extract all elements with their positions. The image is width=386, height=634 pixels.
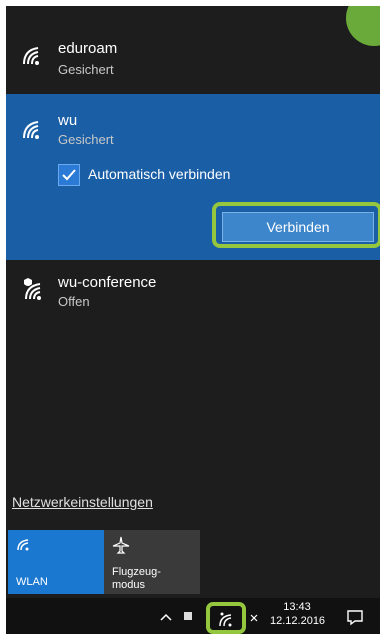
airplane-tile-label-line1: Flugzeug- bbox=[112, 566, 161, 578]
network-status: Gesichert bbox=[58, 62, 114, 77]
network-settings-link[interactable]: Netzwerkeinstellungen bbox=[12, 494, 153, 510]
auto-connect-label: Automatisch verbinden bbox=[88, 166, 231, 182]
network-item-eduroam[interactable]: eduroam Gesichert bbox=[6, 28, 380, 92]
clock-time: 13:43 bbox=[283, 601, 311, 613]
taskbar: 13:43 12.12.2016 bbox=[6, 598, 380, 634]
airplane-tile-label: Flugzeug- modus bbox=[112, 566, 161, 592]
network-ssid: wu bbox=[58, 112, 78, 129]
open-wifi-shield-icon bbox=[24, 278, 41, 300]
connect-button[interactable]: Verbinden bbox=[222, 212, 374, 242]
network-status: Gesichert bbox=[58, 132, 114, 147]
airplane-icon bbox=[112, 536, 130, 554]
network-ssid: wu-conference bbox=[58, 274, 157, 291]
airplane-tile-label-line2: modus bbox=[112, 579, 146, 591]
clock-date: 12.12.2016 bbox=[270, 615, 326, 627]
connect-highlight: Verbinden bbox=[212, 202, 380, 248]
volume-muted-icon[interactable] bbox=[250, 614, 258, 622]
wifi-icon bbox=[23, 47, 39, 65]
network-flyout: eduroam Gesichert wu Gesichert Automatis… bbox=[6, 6, 380, 634]
network-status: Offen bbox=[58, 294, 90, 309]
wifi-icon bbox=[23, 121, 39, 139]
airplane-mode-tile[interactable]: Flugzeug- modus bbox=[104, 530, 200, 594]
network-tray-icon[interactable] bbox=[218, 610, 236, 628]
action-center-icon[interactable] bbox=[346, 608, 364, 626]
network-item-wu-conference[interactable]: wu-conference Offen bbox=[6, 264, 380, 324]
battery-icon[interactable] bbox=[184, 612, 192, 620]
clock[interactable]: 13:43 12.12.2016 bbox=[270, 600, 326, 628]
network-ssid: eduroam bbox=[58, 40, 118, 57]
network-item-wu[interactable]: wu Gesichert Automatisch verbinden Verbi… bbox=[6, 94, 380, 260]
wifi-icon bbox=[17, 539, 29, 551]
checkbox-box[interactable] bbox=[58, 164, 80, 186]
network-tray-highlight bbox=[206, 602, 246, 634]
check-icon bbox=[62, 169, 76, 181]
chevron-up-icon[interactable] bbox=[160, 612, 172, 622]
wlan-tile[interactable]: WLAN bbox=[8, 530, 104, 594]
wlan-tile-label: WLAN bbox=[16, 576, 48, 588]
